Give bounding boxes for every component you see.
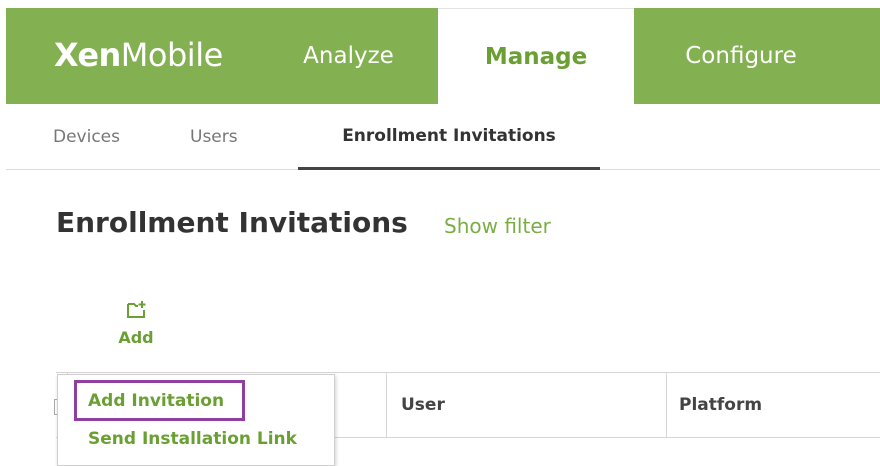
add-button[interactable]: Add xyxy=(110,298,162,354)
top-navigation-bar: XenMobile Analyze Manage Configure xyxy=(6,8,880,104)
add-button-label: Add xyxy=(118,328,154,347)
subtab-enrollment-invitations[interactable]: Enrollment Invitations xyxy=(298,104,600,170)
menu-item-send-installation-link[interactable]: Send Installation Link xyxy=(88,429,297,449)
column-header-platform[interactable]: Platform xyxy=(666,373,880,437)
tab-configure[interactable]: Configure xyxy=(666,8,816,104)
subtab-users[interactable]: Users xyxy=(190,104,238,170)
subtab-devices[interactable]: Devices xyxy=(53,104,120,170)
column-header-user[interactable]: User xyxy=(386,373,666,437)
page-title: Enrollment Invitations xyxy=(56,206,408,239)
add-folder-icon xyxy=(127,301,146,318)
show-filter-link[interactable]: Show filter xyxy=(444,214,551,238)
sub-navigation-bar: Devices Users Enrollment Invitations xyxy=(6,104,880,170)
tab-manage[interactable]: Manage xyxy=(438,8,634,104)
xenmobile-logo: XenMobile xyxy=(54,36,223,74)
highlight-box xyxy=(74,380,245,421)
tab-analyze[interactable]: Analyze xyxy=(286,8,411,104)
